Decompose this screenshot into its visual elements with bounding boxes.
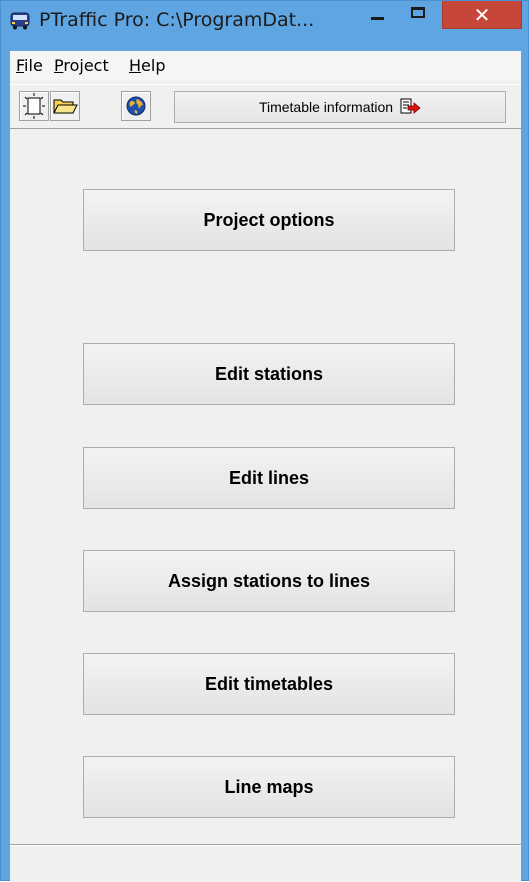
globe-icon xyxy=(126,96,146,116)
edit-lines-button[interactable]: Edit lines xyxy=(83,447,455,509)
status-bar xyxy=(10,844,521,882)
open-folder-icon xyxy=(53,99,78,114)
close-button[interactable]: ✕ xyxy=(442,1,522,29)
menu-project[interactable]: Project xyxy=(54,56,109,75)
timetable-information-label: Timetable information xyxy=(258,99,394,115)
title-bar[interactable]: PTraffic Pro: C:\ProgramDat... ✕ xyxy=(1,1,528,41)
menu-bar: File Project Help xyxy=(10,51,521,81)
minimize-button[interactable] xyxy=(361,1,397,31)
timetable-information-button[interactable]: Timetable information xyxy=(174,91,506,123)
close-icon: ✕ xyxy=(473,3,491,27)
new-project-button[interactable] xyxy=(19,91,49,121)
window-title: PTraffic Pro: C:\ProgramDat... xyxy=(39,9,315,31)
edit-timetables-button[interactable]: Edit timetables xyxy=(83,653,455,715)
open-project-button[interactable] xyxy=(50,91,80,121)
menu-help[interactable]: Help xyxy=(129,56,165,75)
minimize-icon xyxy=(371,17,384,20)
line-maps-button[interactable]: Line maps xyxy=(83,756,455,818)
bus-icon xyxy=(10,12,30,30)
new-project-icon xyxy=(23,93,45,119)
toolbar: Timetable information xyxy=(10,84,521,129)
project-options-button[interactable]: Project options xyxy=(83,189,455,251)
app-window: PTraffic Pro: C:\ProgramDat... ✕ File Pr… xyxy=(0,0,529,882)
web-button[interactable] xyxy=(121,91,151,121)
export-arrow-icon xyxy=(400,98,421,114)
assign-stations-button[interactable]: Assign stations to lines xyxy=(83,550,455,612)
edit-stations-button[interactable]: Edit stations xyxy=(83,343,455,405)
maximize-button[interactable] xyxy=(401,1,437,31)
menu-file[interactable]: File xyxy=(16,56,43,75)
client-area: File Project Help Timetable information … xyxy=(10,51,521,882)
maximize-icon xyxy=(411,7,425,18)
